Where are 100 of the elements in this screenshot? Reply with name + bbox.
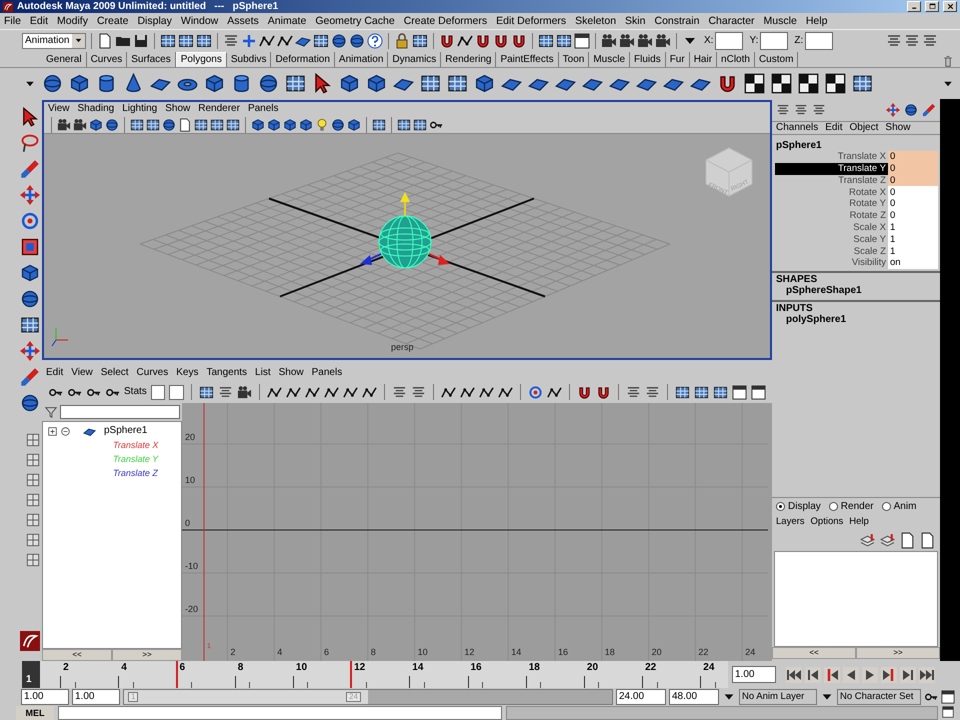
curve-icon[interactable] xyxy=(267,384,282,400)
layer-menu-item[interactable]: Layers xyxy=(776,517,805,527)
move-manipulator-drawing[interactable] xyxy=(360,192,450,265)
grid-icon[interactable] xyxy=(313,32,329,48)
arrow-icon[interactable] xyxy=(20,107,40,127)
bars-icon[interactable] xyxy=(904,32,920,48)
grid-icon[interactable] xyxy=(713,384,728,400)
bars-icon[interactable] xyxy=(922,32,938,48)
filter-field[interactable] xyxy=(60,405,180,419)
question-icon[interactable] xyxy=(367,32,383,48)
plus-icon[interactable] xyxy=(241,32,257,48)
menu-item[interactable]: Constrain xyxy=(654,16,700,26)
grid-icon[interactable] xyxy=(196,32,212,48)
panel-menu-item[interactable]: Show xyxy=(278,368,304,378)
scroll-button[interactable]: >> xyxy=(112,649,182,661)
shelf-tab[interactable]: Hair xyxy=(690,52,718,67)
grid-icon[interactable] xyxy=(372,118,386,132)
grid-icon[interactable] xyxy=(210,118,224,132)
grid-icon[interactable] xyxy=(556,32,572,48)
shelf-tab[interactable]: Fluids xyxy=(630,52,666,67)
scroll-button[interactable]: << xyxy=(42,649,112,661)
page-icon[interactable] xyxy=(899,532,916,548)
shelf-tab[interactable]: PaintEffects xyxy=(496,52,559,67)
camera-icon[interactable] xyxy=(57,118,71,132)
channel-name[interactable]: Translate X xyxy=(775,151,888,163)
grid-icon[interactable] xyxy=(413,118,427,132)
menu-item[interactable]: Skin xyxy=(625,16,646,26)
checker-icon[interactable] xyxy=(771,73,792,94)
menu-set-dropdown[interactable]: Animation xyxy=(22,32,86,48)
page-icon[interactable] xyxy=(919,532,936,548)
layout-icon[interactable] xyxy=(26,533,40,547)
move-icon[interactable] xyxy=(20,185,40,205)
scroll-button[interactable]: >> xyxy=(856,647,940,659)
radio-button[interactable] xyxy=(882,502,891,511)
magnet-icon[interactable] xyxy=(493,32,509,48)
menu-item[interactable]: Animate xyxy=(268,16,306,26)
page-icon[interactable] xyxy=(178,118,192,132)
channel-name[interactable]: Rotate Z xyxy=(775,210,888,222)
grid-icon[interactable] xyxy=(226,118,240,132)
bars-icon[interactable] xyxy=(776,103,790,117)
skip-to-start-icon[interactable] xyxy=(786,666,802,682)
magnet-icon[interactable] xyxy=(439,32,455,48)
channel-value[interactable]: 0 xyxy=(888,174,938,186)
curve-icon[interactable] xyxy=(498,384,513,400)
menu-item[interactable]: Help xyxy=(806,16,828,26)
cube-icon[interactable] xyxy=(366,73,387,94)
layout-icon[interactable] xyxy=(26,433,40,447)
menu-item[interactable]: Edit xyxy=(30,16,48,26)
radio-button[interactable] xyxy=(776,502,785,511)
next-key-icon[interactable] xyxy=(881,666,897,682)
bars-icon[interactable] xyxy=(812,103,826,117)
sphere-icon[interactable] xyxy=(105,118,119,132)
window-icon[interactable] xyxy=(574,32,590,48)
magnet-icon[interactable] xyxy=(577,384,592,400)
outliner-item[interactable]: pSphere1 xyxy=(104,426,148,436)
curve-channel[interactable]: Translate Z xyxy=(113,468,158,478)
brush-icon[interactable] xyxy=(20,159,40,179)
channel-name[interactable]: Scale X xyxy=(775,222,888,234)
skip-to-end-icon[interactable] xyxy=(919,666,935,682)
layer-menu-item[interactable]: Options xyxy=(810,517,844,527)
panel-menu-item[interactable]: Select xyxy=(100,368,129,378)
curve-channel[interactable]: Translate X xyxy=(113,440,158,450)
stats-field[interactable] xyxy=(150,384,165,400)
menu-item[interactable]: Display xyxy=(137,16,172,26)
shelf-tab[interactable]: Dynamics xyxy=(388,52,442,67)
cube-icon[interactable] xyxy=(283,118,297,132)
grid-icon[interactable] xyxy=(20,315,40,335)
panel-menu-item[interactable]: Tangents xyxy=(206,368,248,378)
current-frame[interactable]: 1 xyxy=(22,661,40,688)
panel-menu-item[interactable]: Edit xyxy=(46,368,64,378)
curve-icon[interactable] xyxy=(460,384,475,400)
magnet-icon[interactable] xyxy=(596,384,611,400)
panel-menu-item[interactable]: Panels xyxy=(248,104,279,114)
grid-icon[interactable] xyxy=(852,73,873,94)
sphere-icon[interactable] xyxy=(20,393,40,413)
current-time-field[interactable]: 1.00 xyxy=(732,666,776,683)
expand-icon[interactable] xyxy=(47,426,58,436)
shelf-tab[interactable]: Toon xyxy=(558,52,590,67)
cube-icon[interactable] xyxy=(204,73,225,94)
grid-icon[interactable] xyxy=(538,32,554,48)
curve-icon[interactable] xyxy=(343,384,358,400)
curve-icon[interactable] xyxy=(441,384,456,400)
step-back-icon[interactable] xyxy=(805,666,821,682)
sphere-icon[interactable] xyxy=(258,73,279,94)
shelf-tab[interactable]: Fur xyxy=(666,52,690,67)
shelf-tab[interactable]: Polygons xyxy=(176,52,227,67)
curve-icon[interactable] xyxy=(547,384,562,400)
layout-icon[interactable] xyxy=(26,453,40,467)
curve-icon[interactable] xyxy=(479,384,494,400)
channel-value[interactable]: 0 xyxy=(888,162,938,175)
menu-item[interactable]: Skeleton xyxy=(575,16,616,26)
curve-icon[interactable] xyxy=(324,384,339,400)
cube-icon[interactable] xyxy=(474,73,495,94)
scroll-button[interactable]: << xyxy=(772,647,856,659)
trash-icon[interactable] xyxy=(942,55,954,67)
panel-menu-item[interactable]: Panels xyxy=(312,368,342,378)
grid-icon[interactable] xyxy=(447,73,468,94)
checker-icon[interactable] xyxy=(825,73,846,94)
coordinate-field[interactable] xyxy=(715,32,744,50)
bars-icon[interactable] xyxy=(626,384,641,400)
